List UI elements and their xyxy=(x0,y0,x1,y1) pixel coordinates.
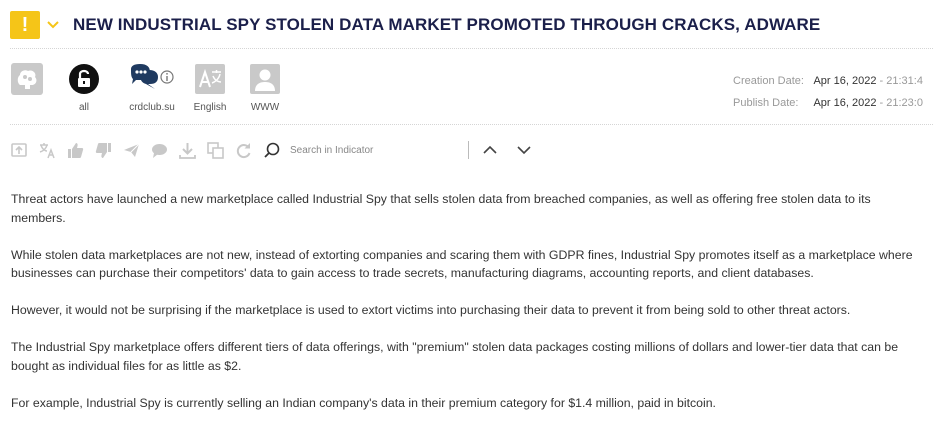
exclamation-icon: ! xyxy=(21,13,29,36)
article-paragraph: However, it would not be surprising if t… xyxy=(11,303,851,317)
thumbs-down-icon[interactable] xyxy=(94,141,112,159)
send-icon[interactable] xyxy=(122,141,140,159)
indicator-dates: Creation Date: Apr 16, 2022 - 21:31:4 Pu… xyxy=(733,70,933,114)
comment-icon[interactable] xyxy=(150,141,168,159)
meta-label: WWW xyxy=(250,102,280,113)
user-icon xyxy=(248,62,282,96)
creation-date-value: Apr 16, 2022 xyxy=(813,75,877,87)
translate-icon[interactable] xyxy=(38,141,56,159)
translate-icon xyxy=(193,62,227,96)
next-match-button[interactable] xyxy=(515,141,533,159)
download-icon[interactable] xyxy=(178,141,196,159)
divider xyxy=(10,124,933,125)
article-content: Threat actors have launched a new market… xyxy=(11,190,926,431)
thumbs-up-icon[interactable] xyxy=(66,141,84,159)
publish-time-value: 21:23:0 xyxy=(886,97,923,109)
creation-date-row: Creation Date: Apr 16, 2022 - 21:31:4 xyxy=(733,70,933,92)
meta-tlp[interactable]: all xyxy=(67,62,101,113)
chevron-up-icon xyxy=(483,145,497,154)
refresh-icon[interactable] xyxy=(234,141,252,159)
export-icon[interactable] xyxy=(10,141,28,159)
divider xyxy=(10,48,933,49)
meta-source[interactable]: crdclub.su xyxy=(122,62,182,113)
creation-time-value: 21:31:4 xyxy=(886,75,923,87)
chevron-down-icon xyxy=(517,146,531,155)
search-icon xyxy=(264,142,280,158)
meta-author[interactable]: WWW xyxy=(248,62,282,113)
article-paragraph: For example, Industrial Spy is currently… xyxy=(11,395,716,410)
article-paragraph: The Industrial Spy marketplace offers di… xyxy=(11,340,899,373)
creation-date-label: Creation Date: xyxy=(733,75,804,87)
meta-label: all xyxy=(78,102,89,113)
copy-icon[interactable] xyxy=(206,141,224,159)
lock-open-icon xyxy=(67,62,101,96)
meta-language[interactable]: English xyxy=(192,62,228,113)
publish-date-value: Apr 16, 2022 xyxy=(813,97,877,109)
previous-match-button[interactable] xyxy=(481,141,499,159)
meta-label: English xyxy=(193,102,227,113)
meta-brain[interactable] xyxy=(10,62,44,102)
chat-icon xyxy=(122,62,182,96)
chevron-down-icon[interactable] xyxy=(47,21,59,29)
article-header: ! NEW INDUSTRIAL SPY STOLEN DATA MARKET … xyxy=(10,10,933,40)
indicator-toolbar xyxy=(10,138,549,162)
alert-badge: ! xyxy=(10,11,40,39)
brain-icon xyxy=(10,62,44,96)
page-title: NEW INDUSTRIAL SPY STOLEN DATA MARKET PR… xyxy=(73,15,821,34)
publish-date-label: Publish Date: xyxy=(733,97,799,109)
meta-label: crdclub.su xyxy=(129,102,175,113)
toolbar-separator xyxy=(468,141,469,159)
article-paragraph: Threat actors have launched a new market… xyxy=(11,192,871,225)
search-input[interactable] xyxy=(288,143,462,157)
indicator-search xyxy=(264,142,462,158)
publish-date-row: Publish Date: Apr 16, 2022 - 21:23:0 xyxy=(733,92,933,114)
article-paragraph: While stolen data marketplaces are not n… xyxy=(11,247,913,281)
